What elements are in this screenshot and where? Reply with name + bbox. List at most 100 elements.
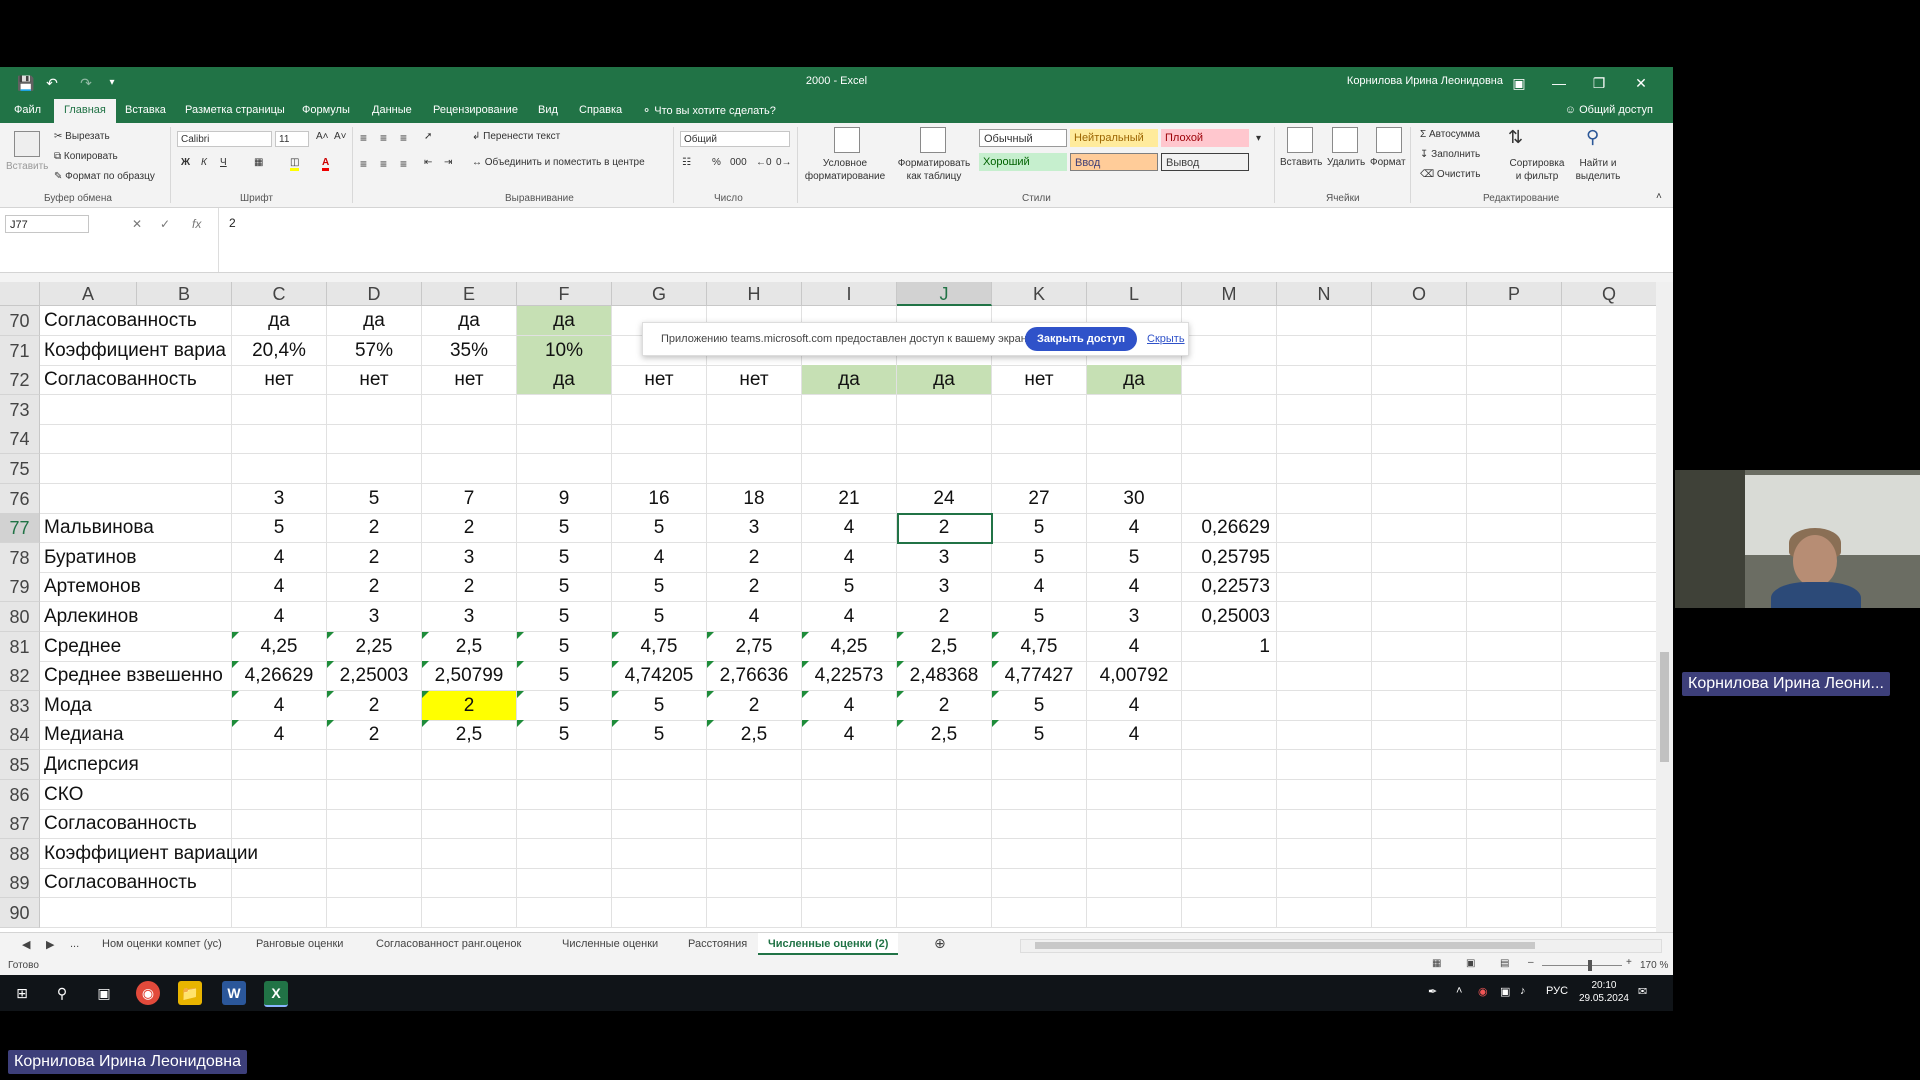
cell-m82[interactable] bbox=[1182, 661, 1277, 692]
cell-a84[interactable]: Медиана bbox=[40, 720, 232, 751]
cell-b73[interactable] bbox=[137, 394, 232, 425]
row-header-89[interactable]: 89 bbox=[0, 868, 40, 899]
row-header-74[interactable]: 74 bbox=[0, 424, 40, 455]
cell-j75[interactable] bbox=[897, 454, 992, 484]
cell-f76[interactable]: 9 bbox=[517, 483, 612, 514]
cell-e73[interactable] bbox=[422, 394, 517, 425]
cell-o83[interactable] bbox=[1372, 690, 1467, 721]
cell-f83[interactable]: 5 bbox=[517, 690, 612, 721]
cell-f77[interactable]: 5 bbox=[517, 513, 612, 544]
cell-i78[interactable]: 4 bbox=[802, 542, 897, 573]
tab-home[interactable]: Главная bbox=[54, 99, 116, 123]
cell-p74[interactable] bbox=[1467, 424, 1562, 455]
zoom-level[interactable]: 170 % bbox=[1640, 960, 1668, 971]
cell-i74[interactable] bbox=[802, 424, 897, 455]
cell-o81[interactable] bbox=[1372, 631, 1467, 662]
cell-p84[interactable] bbox=[1467, 720, 1562, 751]
cell-c75[interactable] bbox=[232, 454, 327, 484]
cell-n90[interactable] bbox=[1277, 898, 1372, 928]
cell-p70[interactable] bbox=[1467, 306, 1562, 336]
cell-q74[interactable] bbox=[1562, 424, 1656, 455]
cell-o75[interactable] bbox=[1372, 454, 1467, 484]
align-top-icon[interactable]: ≡ bbox=[360, 131, 367, 145]
cell-e87[interactable] bbox=[422, 809, 517, 840]
fill-button[interactable]: ↧ Заполнить bbox=[1420, 149, 1480, 160]
column-header-h[interactable]: H bbox=[707, 282, 802, 306]
cell-m79[interactable]: 0,22573 bbox=[1182, 572, 1277, 603]
cell-q86[interactable] bbox=[1562, 780, 1656, 810]
cell-h79[interactable]: 2 bbox=[707, 572, 802, 603]
cell-k82[interactable]: 4,77427 bbox=[992, 661, 1087, 692]
row-header-71[interactable]: 71 bbox=[0, 335, 40, 366]
cell-m80[interactable]: 0,25003 bbox=[1182, 602, 1277, 632]
row-header-77[interactable]: 77 bbox=[0, 513, 40, 544]
cell-d70[interactable]: да bbox=[327, 306, 422, 336]
cell-g90[interactable] bbox=[612, 898, 707, 928]
cell-m81[interactable]: 1 bbox=[1182, 631, 1277, 662]
cell-h77[interactable]: 3 bbox=[707, 513, 802, 544]
cell-o90[interactable] bbox=[1372, 898, 1467, 928]
cell-h87[interactable] bbox=[707, 809, 802, 840]
input-language[interactable]: РУС bbox=[1546, 985, 1568, 997]
cell-c77[interactable]: 5 bbox=[232, 513, 327, 544]
cell-e86[interactable] bbox=[422, 779, 517, 810]
cut-button[interactable]: ✂ Вырезать bbox=[54, 131, 110, 142]
cell-g77[interactable]: 5 bbox=[612, 513, 707, 544]
cell-p71[interactable] bbox=[1467, 335, 1562, 366]
cell-k72[interactable]: нет bbox=[992, 365, 1087, 396]
decrease-font-icon[interactable]: A˅ bbox=[334, 131, 347, 142]
cell-k78[interactable]: 5 bbox=[992, 542, 1087, 573]
stop-sharing-button[interactable]: Закрыть доступ bbox=[1025, 327, 1137, 351]
cell-q71[interactable] bbox=[1562, 336, 1656, 366]
cell-c80[interactable]: 4 bbox=[232, 602, 327, 632]
cell-e85[interactable] bbox=[422, 750, 517, 780]
cell-m70[interactable] bbox=[1182, 306, 1277, 336]
row-header-82[interactable]: 82 bbox=[0, 661, 40, 692]
cell-i79[interactable]: 5 bbox=[802, 572, 897, 603]
number-format-select[interactable]: Общий bbox=[680, 131, 790, 147]
conditional-formatting-icon[interactable] bbox=[834, 127, 860, 153]
cell-m89[interactable] bbox=[1182, 868, 1277, 899]
vertical-scroll-thumb[interactable] bbox=[1660, 652, 1669, 762]
cell-n81[interactable] bbox=[1277, 631, 1372, 662]
cell-h80[interactable]: 4 bbox=[707, 602, 802, 632]
cell-k81[interactable]: 4,75 bbox=[992, 631, 1087, 662]
cell-h74[interactable] bbox=[707, 424, 802, 455]
clear-button[interactable]: ⌫ Очистить bbox=[1420, 169, 1480, 180]
bold-button[interactable]: Ж bbox=[181, 157, 190, 168]
row-header-90[interactable]: 90 bbox=[0, 898, 40, 928]
currency-icon[interactable]: ☷ bbox=[682, 157, 691, 168]
cell-o80[interactable] bbox=[1372, 602, 1467, 632]
cell-o84[interactable] bbox=[1372, 720, 1467, 751]
cell-m83[interactable] bbox=[1182, 690, 1277, 721]
cell-i85[interactable] bbox=[802, 750, 897, 780]
normal-view-icon[interactable]: ▦ bbox=[1432, 958, 1441, 969]
zoom-out-icon[interactable]: – bbox=[1528, 957, 1534, 968]
cell-g84[interactable]: 5 bbox=[612, 720, 707, 751]
cell-l79[interactable]: 4 bbox=[1087, 572, 1182, 603]
row-header-83[interactable]: 83 bbox=[0, 690, 40, 721]
cell-f88[interactable] bbox=[517, 838, 612, 869]
cell-e81[interactable]: 2,5 bbox=[422, 631, 517, 662]
cell-l82[interactable]: 4,00792 bbox=[1087, 661, 1182, 692]
cell-n73[interactable] bbox=[1277, 394, 1372, 425]
tab-help[interactable]: Справка bbox=[579, 104, 622, 116]
fill-color-icon[interactable]: ◫ bbox=[290, 157, 300, 171]
cell-q75[interactable] bbox=[1562, 454, 1656, 484]
align-middle-icon[interactable]: ≡ bbox=[380, 131, 387, 145]
cell-a81[interactable]: Среднее bbox=[40, 631, 232, 662]
cell-o77[interactable] bbox=[1372, 513, 1467, 544]
cell-e75[interactable] bbox=[422, 454, 517, 484]
align-center-icon[interactable]: ≡ bbox=[380, 157, 387, 171]
network-icon[interactable]: ▣ bbox=[1500, 985, 1510, 998]
cell-l81[interactable]: 4 bbox=[1087, 631, 1182, 662]
cell-k85[interactable] bbox=[992, 750, 1087, 780]
cell-m88[interactable] bbox=[1182, 838, 1277, 869]
search-icon[interactable]: ⚲ bbox=[50, 981, 74, 1005]
cell-f87[interactable] bbox=[517, 809, 612, 840]
cell-e77[interactable]: 2 bbox=[422, 513, 517, 544]
vertical-scrollbar[interactable] bbox=[1656, 282, 1673, 932]
cell-l77[interactable]: 4 bbox=[1087, 513, 1182, 544]
paste-icon[interactable] bbox=[14, 131, 40, 157]
cell-f80[interactable]: 5 bbox=[517, 602, 612, 632]
